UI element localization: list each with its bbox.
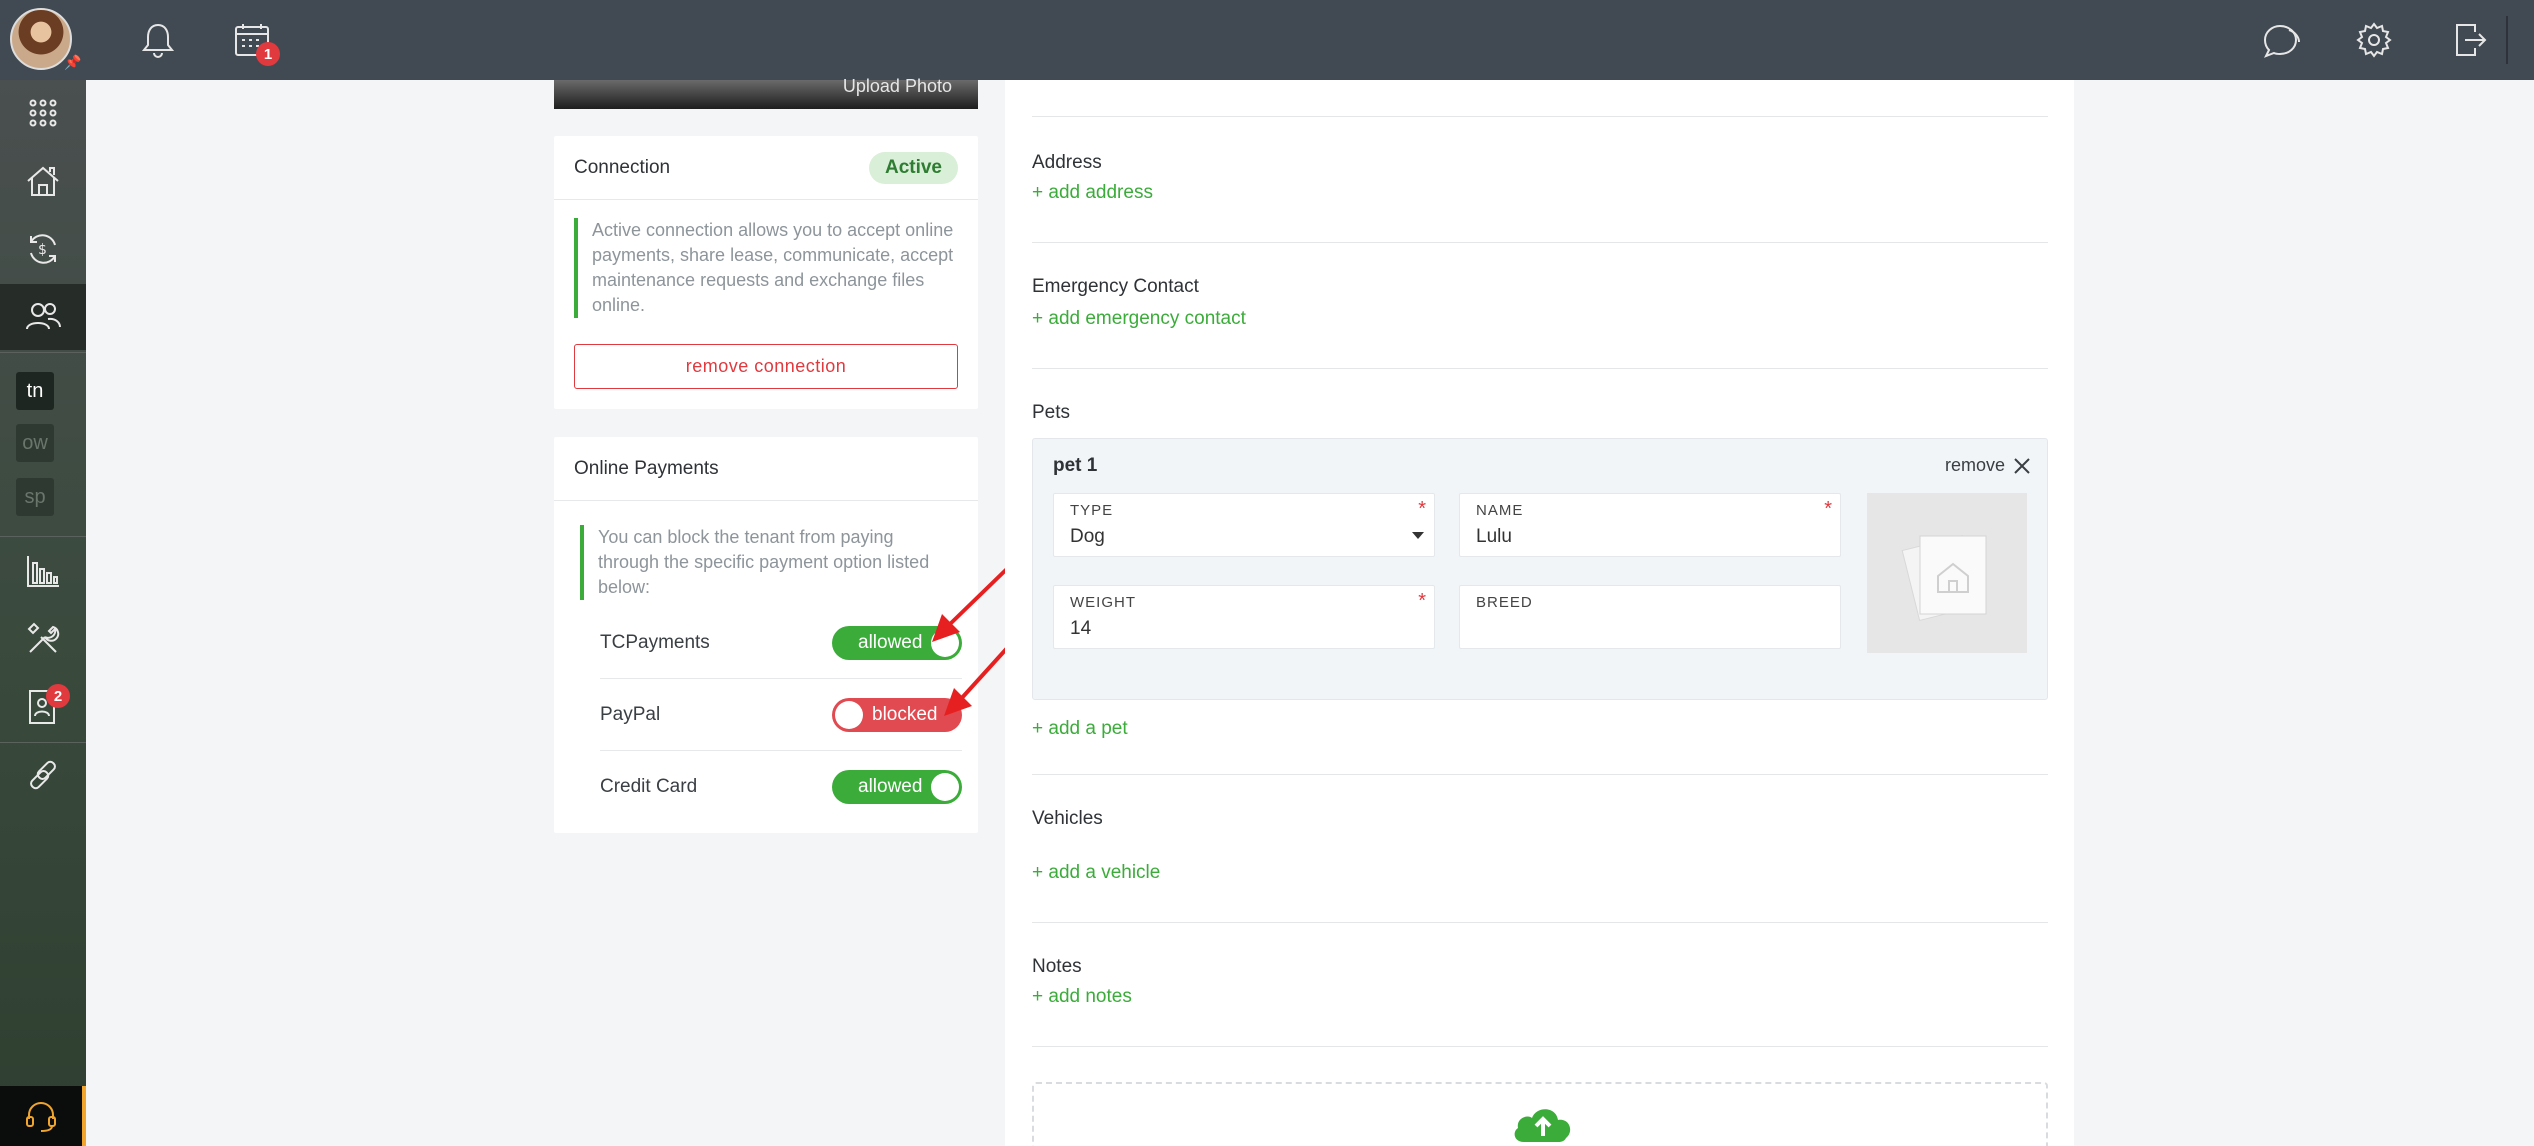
- add-emergency-contact-link[interactable]: + add emergency contact: [1032, 308, 1246, 330]
- payment-option-label: TCPayments: [600, 631, 710, 653]
- notes-title: Notes: [1032, 956, 1082, 977]
- field-value: Lulu: [1476, 526, 1512, 547]
- pet-card: pet 1 remove TYPE * Dog NAME * Lulu WEIG…: [1032, 438, 2048, 700]
- avatar[interactable]: [10, 8, 72, 70]
- field-value: Dog: [1070, 526, 1105, 547]
- tenant-details-panel: Address + add address Emergency Contact …: [1005, 80, 2074, 1146]
- logout-icon[interactable]: [2450, 20, 2490, 60]
- add-address-link[interactable]: + add address: [1032, 182, 1153, 204]
- sidebar: 📌 $ tn ow sp 2: [0, 0, 86, 1146]
- link-icon[interactable]: [0, 742, 86, 808]
- connection-note: Active connection allows you to accept o…: [574, 218, 960, 318]
- add-notes-link[interactable]: + add notes: [1032, 986, 1132, 1008]
- file-upload-dropzone[interactable]: [1032, 1082, 2048, 1146]
- bell-icon[interactable]: [138, 20, 178, 60]
- connection-card: Connection Active Active connection allo…: [554, 136, 978, 409]
- pet-weight-field[interactable]: WEIGHT * 14: [1053, 585, 1435, 649]
- apps-grid-icon[interactable]: [0, 80, 86, 146]
- remove-connection-button[interactable]: remove connection: [574, 344, 958, 389]
- online-payments-title: Online Payments: [574, 457, 719, 479]
- caret-down-icon: [1412, 532, 1424, 539]
- avatar-area: 📌: [0, 0, 86, 80]
- calendar-badge: 1: [256, 42, 280, 66]
- field-value: 14: [1070, 618, 1092, 639]
- emergency-contact-title: Emergency Contact: [1032, 276, 1199, 297]
- payments-icon[interactable]: $: [0, 216, 86, 282]
- pet-breed-field[interactable]: BREED: [1459, 585, 1841, 649]
- connection-title: Connection: [574, 156, 671, 178]
- reports-icon[interactable]: [0, 538, 86, 604]
- payment-option-row: PayPal blocked: [600, 679, 962, 751]
- payment-option-row: TCPayments allowed: [600, 607, 962, 679]
- field-label: WEIGHT: [1070, 594, 1136, 611]
- toggle-state: allowed: [858, 776, 923, 797]
- remove-pet-label[interactable]: remove: [1945, 455, 2005, 476]
- online-payments-card: Online Payments You can block the tenant…: [554, 437, 978, 833]
- photo-placeholder-icon: [1901, 534, 1987, 622]
- address-title: Address: [1032, 152, 1102, 173]
- upload-photo-label[interactable]: Upload Photo: [843, 76, 952, 96]
- status-badge: Active: [868, 151, 958, 184]
- maintenance-icon[interactable]: [0, 606, 86, 672]
- add-vehicle-link[interactable]: + add a vehicle: [1032, 862, 1160, 884]
- required-icon: *: [1824, 498, 1832, 520]
- pin-icon[interactable]: 📌: [64, 54, 81, 71]
- close-icon[interactable]: [2013, 457, 2031, 475]
- pet-title: pet 1: [1053, 455, 1098, 476]
- calendar-icon[interactable]: 1: [232, 20, 280, 66]
- sidebar-item-tn[interactable]: tn: [16, 372, 54, 410]
- vehicles-title: Vehicles: [1032, 808, 1103, 829]
- field-label: TYPE: [1070, 502, 1114, 519]
- toggle-state: allowed: [858, 631, 923, 653]
- people-icon[interactable]: [0, 284, 86, 350]
- remove-pet-button[interactable]: remove: [1945, 455, 2031, 476]
- applicants-badge: 2: [46, 684, 70, 708]
- sidebar-item-sp[interactable]: sp: [16, 478, 54, 516]
- pet-name-field[interactable]: NAME * Lulu: [1459, 493, 1841, 557]
- chat-icon[interactable]: [2262, 20, 2302, 60]
- payment-option-label: Credit Card: [600, 776, 698, 797]
- pet-photo-placeholder[interactable]: [1867, 493, 2027, 653]
- required-icon: *: [1418, 498, 1426, 520]
- payment-option-label: PayPal: [600, 703, 661, 725]
- pet-type-select[interactable]: TYPE * Dog: [1053, 493, 1435, 557]
- top-bar: 1: [86, 0, 2534, 80]
- pets-title: Pets: [1032, 402, 1071, 423]
- required-icon: *: [1418, 590, 1426, 612]
- field-label: BREED: [1476, 594, 1533, 611]
- gear-icon[interactable]: [2354, 20, 2394, 60]
- applicants-icon[interactable]: 2: [0, 674, 86, 740]
- svg-text:$: $: [38, 242, 47, 258]
- upload-photo-bar[interactable]: Upload Photo: [554, 77, 978, 109]
- sidebar-item-ow[interactable]: ow: [16, 424, 54, 462]
- field-label: NAME: [1476, 502, 1524, 519]
- credit-card-toggle[interactable]: allowed: [832, 770, 962, 804]
- add-pet-link[interactable]: + add a pet: [1032, 718, 1128, 740]
- properties-icon[interactable]: [0, 148, 86, 214]
- online-payments-note: You can block the tenant from paying thr…: [580, 525, 956, 600]
- payment-option-row: Credit Card allowed: [600, 751, 962, 823]
- cloud-upload-icon: [1514, 1109, 1571, 1142]
- headset-icon[interactable]: [0, 1086, 86, 1146]
